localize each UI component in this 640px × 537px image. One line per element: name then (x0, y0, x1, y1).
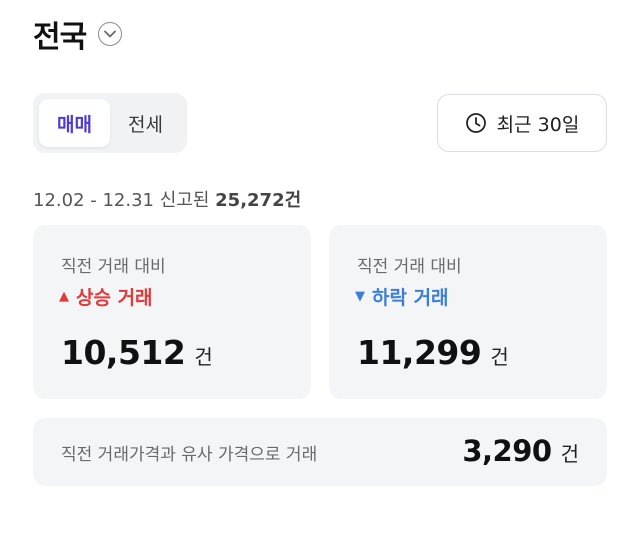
rise-value: 10,512 건 (61, 333, 213, 372)
fall-trend: ▼ 하락 거래 (355, 283, 449, 310)
tab-jeonse[interactable]: 전세 (110, 99, 181, 147)
rise-unit: 건 (194, 345, 213, 369)
summary-count: 25,272건 (215, 190, 302, 211)
rise-card[interactable]: 직전 거래 대비 ▲ 상승 거래 10,512 건 (33, 225, 311, 399)
fall-card-label: 직전 거래 대비 (357, 257, 462, 277)
summary-range: 12.02 - 12.31 신고된 (33, 190, 210, 211)
header: 전국 (33, 12, 123, 56)
down-triangle-icon: ▼ (355, 289, 365, 304)
fall-value: 11,299 건 (357, 333, 509, 372)
up-triangle-icon: ▲ (59, 289, 69, 304)
similar-price-value: 3,290 건 (462, 434, 579, 468)
fall-card[interactable]: 직전 거래 대비 ▼ 하락 거래 11,299 건 (329, 225, 607, 399)
fall-unit: 건 (490, 345, 509, 369)
similar-unit: 건 (560, 442, 579, 466)
similar-count: 3,290 (462, 434, 552, 468)
rise-trend: ▲ 상승 거래 (59, 283, 153, 310)
period-button[interactable]: 최근 30일 (437, 94, 607, 152)
fall-trend-label: 하락 거래 (372, 287, 449, 309)
region-title[interactable]: 전국 (33, 12, 87, 56)
period-label: 최근 30일 (496, 113, 580, 136)
rise-trend-label: 상승 거래 (76, 287, 153, 309)
rise-card-label: 직전 거래 대비 (61, 257, 166, 277)
chevron-down-icon[interactable] (98, 22, 123, 46)
summary-line: 12.02 - 12.31 신고된 25,272건 (33, 186, 301, 212)
fall-count: 11,299 (357, 333, 482, 372)
rise-count: 10,512 (61, 333, 186, 372)
clock-icon (465, 113, 486, 133)
trade-type-tabs: 매매 전세 (33, 93, 187, 153)
tab-sale[interactable]: 매매 (39, 99, 110, 147)
similar-price-card[interactable]: 직전 거래가격과 유사 가격으로 거래 3,290 건 (33, 418, 607, 486)
similar-price-label: 직전 거래가격과 유사 가격으로 거래 (61, 445, 318, 465)
